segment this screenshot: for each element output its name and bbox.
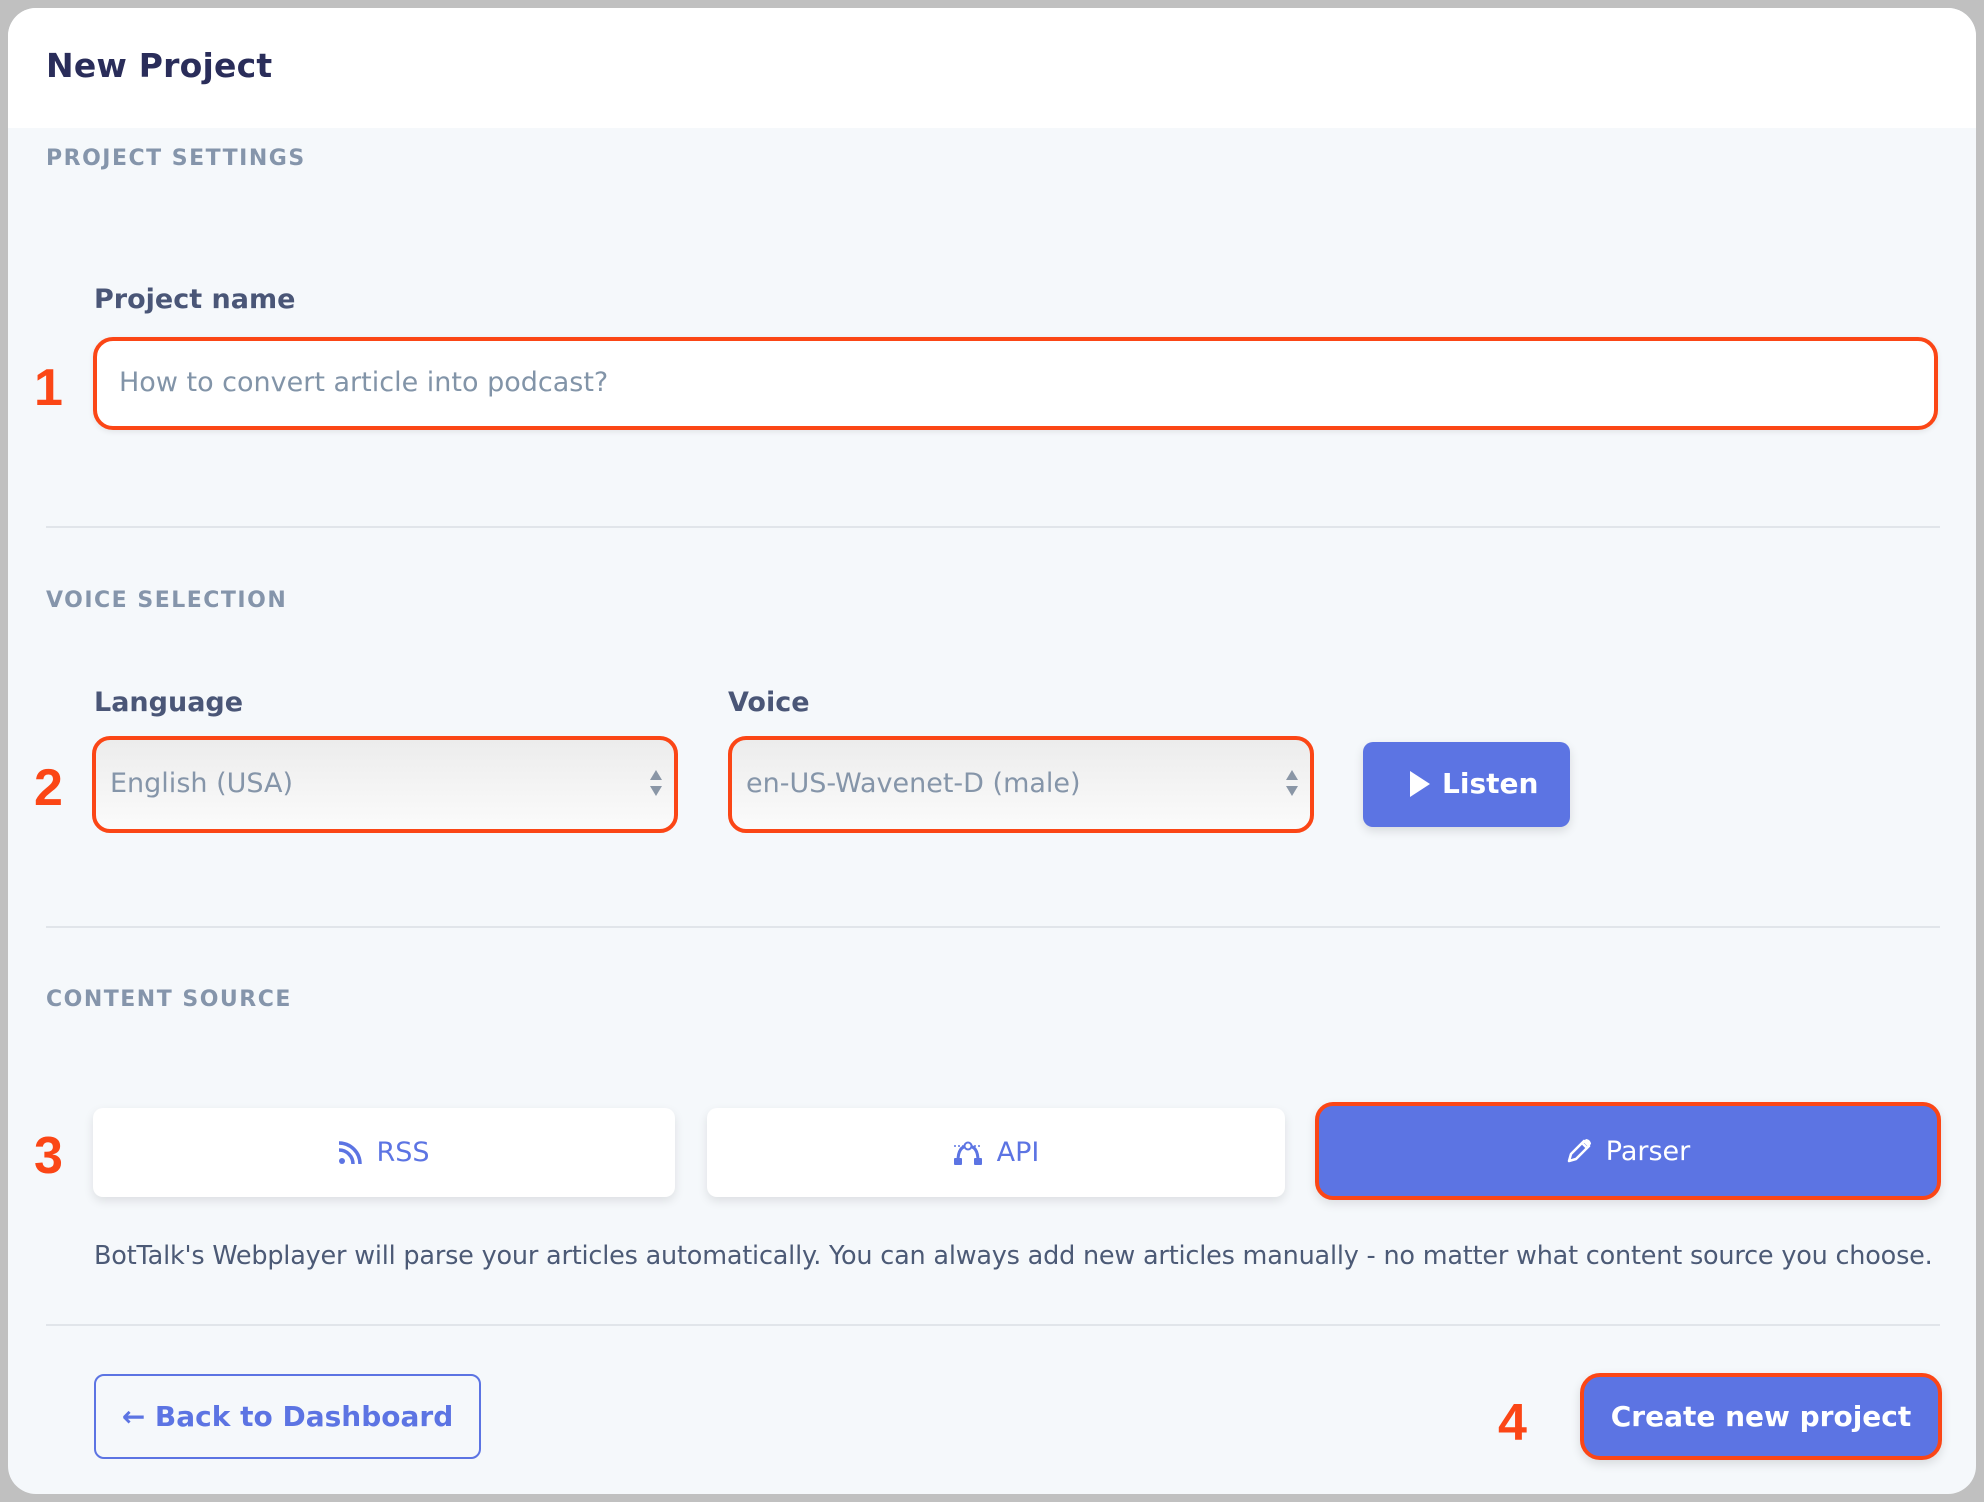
- rss-icon: [338, 1140, 363, 1165]
- language-select-value: English (USA): [110, 768, 294, 799]
- source-option-label: API: [996, 1137, 1040, 1168]
- source-option-rss[interactable]: RSS: [93, 1108, 675, 1197]
- voice-select[interactable]: en-US-Wavenet-D (male): [728, 736, 1314, 833]
- section-divider: [46, 526, 1940, 528]
- source-option-label: RSS: [376, 1137, 430, 1168]
- page-title: New Project: [46, 46, 273, 85]
- select-arrows-icon: [1284, 770, 1298, 800]
- create-project-button[interactable]: Create new project: [1580, 1373, 1942, 1460]
- source-option-parser[interactable]: Parser: [1315, 1102, 1941, 1200]
- back-to-dashboard-button[interactable]: ← Back to Dashboard: [94, 1374, 481, 1459]
- project-name-placeholder: How to convert article into podcast?: [119, 367, 609, 398]
- section-label-voice-selection: VOICE SELECTION: [46, 588, 288, 613]
- section-divider: [46, 926, 1940, 928]
- play-icon: [1410, 771, 1430, 797]
- annotation-1: 1: [34, 359, 63, 417]
- project-name-label: Project name: [94, 284, 296, 315]
- listen-label: Listen: [1442, 767, 1539, 800]
- annotation-2: 2: [34, 759, 63, 817]
- bezier-curve-icon: [953, 1141, 983, 1165]
- source-option-api[interactable]: API: [707, 1108, 1285, 1197]
- project-name-input[interactable]: How to convert article into podcast?: [93, 337, 1938, 430]
- content-source-description: BotTalk's Webplayer will parse your arti…: [94, 1241, 1933, 1271]
- annotation-3: 3: [34, 1127, 63, 1185]
- voice-select-value: en-US-Wavenet-D (male): [746, 768, 1081, 799]
- section-divider: [46, 1324, 1940, 1326]
- section-label-content-source: CONTENT SOURCE: [46, 987, 292, 1012]
- annotation-4: 4: [1498, 1394, 1527, 1452]
- page-header: New Project: [8, 8, 1976, 128]
- select-arrows-icon: [648, 770, 662, 800]
- source-option-label: Parser: [1605, 1135, 1691, 1167]
- listen-button[interactable]: Listen: [1363, 742, 1570, 827]
- language-select[interactable]: English (USA): [92, 736, 678, 833]
- section-label-project-settings: PROJECT SETTINGS: [46, 146, 306, 171]
- language-label: Language: [94, 687, 244, 718]
- voice-label: Voice: [728, 687, 810, 718]
- pencil-icon: [1566, 1138, 1592, 1164]
- new-project-window: New Project PROJECT SETTINGS Project nam…: [8, 8, 1976, 1494]
